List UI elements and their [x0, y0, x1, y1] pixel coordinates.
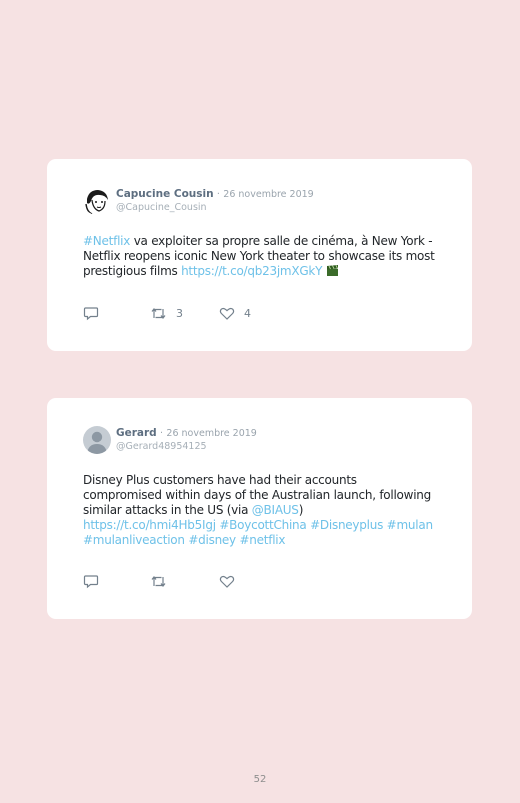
url-link[interactable]: https://t.co/hmi4Hb5Igj	[83, 518, 216, 532]
author-handle[interactable]: @Gerard48954125	[116, 441, 207, 452]
tweet-actions: 3 4	[83, 306, 438, 322]
hashtag-link[interactable]: #Disneyplus	[310, 518, 383, 532]
retweet-count: 3	[176, 307, 183, 320]
author-name[interactable]: Capucine Cousin	[116, 188, 214, 200]
heart-icon	[219, 307, 235, 320]
mention-link[interactable]: @BIAUS	[252, 503, 299, 517]
tweet-text: #Netflix va exploiter sa propre salle de…	[83, 234, 438, 279]
like-button[interactable]	[219, 574, 244, 589]
reply-button[interactable]	[83, 306, 99, 321]
hashtag-link[interactable]: #BoycottChina	[219, 518, 306, 532]
heart-icon	[219, 575, 235, 588]
retweet-button[interactable]	[150, 574, 176, 589]
date-separator: ·	[160, 428, 164, 439]
page-number: 52	[253, 774, 267, 785]
avatar[interactable]	[83, 187, 111, 215]
url-link[interactable]: https://t.co/qb23jmXGkY	[181, 264, 322, 278]
retweet-button[interactable]: 3	[150, 306, 183, 321]
hashtag-link[interactable]: #Netflix	[83, 234, 130, 248]
date-separator: ·	[216, 189, 220, 200]
default-avatar-icon	[83, 426, 111, 454]
avatar-sketch-icon	[83, 187, 111, 215]
author-name[interactable]: Gerard	[116, 427, 157, 439]
hashtag-link[interactable]: #mulanliveaction	[83, 533, 185, 547]
tweet-header: Gerard · 26 novembre 2019	[116, 427, 257, 439]
like-count: 4	[244, 307, 251, 320]
tweet-date[interactable]: 26 novembre 2019	[166, 428, 256, 439]
reply-icon	[83, 575, 99, 589]
hashtag-link[interactable]: #netflix	[240, 533, 286, 547]
tweet-body-close: )	[298, 503, 304, 517]
avatar[interactable]	[83, 426, 111, 454]
reply-icon	[83, 307, 99, 321]
author-handle[interactable]: @Capucine_Cousin	[116, 202, 207, 213]
hashtag-link[interactable]: #disney	[188, 533, 236, 547]
tweet-header: Capucine Cousin · 26 novembre 2019	[116, 188, 314, 200]
retweet-icon	[151, 308, 166, 319]
tweet-date[interactable]: 26 novembre 2019	[223, 189, 313, 200]
tweet-card: Gerard · 26 novembre 2019 @Gerard4895412…	[47, 398, 472, 619]
hashtag-link[interactable]: #mulan	[387, 518, 433, 532]
clapper-board-icon	[326, 265, 338, 276]
reply-button[interactable]	[83, 574, 99, 589]
tweet-text: Disney Plus customers have had their acc…	[83, 473, 438, 548]
like-button[interactable]: 4	[219, 306, 251, 321]
retweet-icon	[151, 576, 166, 587]
tweet-card: Capucine Cousin · 26 novembre 2019 @Capu…	[47, 159, 472, 351]
tweet-actions	[83, 574, 438, 590]
